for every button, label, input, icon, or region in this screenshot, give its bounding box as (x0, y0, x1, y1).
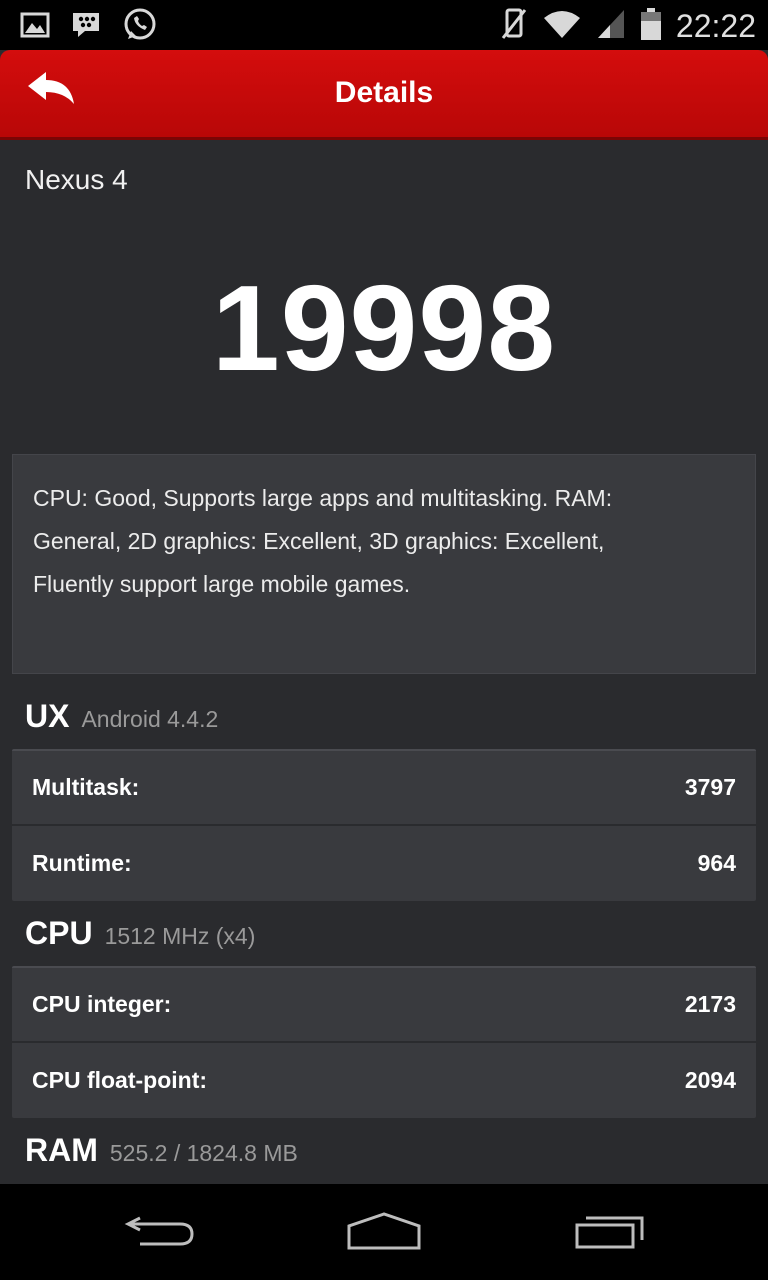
score-row-multitask[interactable]: Multitask: 3797 (12, 751, 756, 826)
row-label: CPU integer: (32, 991, 172, 1017)
score-row-cpu-integer[interactable]: CPU integer: 2173 (12, 968, 756, 1043)
wifi-icon (542, 8, 582, 45)
section-title: UX (25, 698, 70, 734)
section-cpu-header: CPU 1512 MHz (x4) (25, 915, 255, 952)
battery-icon (640, 7, 662, 46)
ux-card: Multitask: 3797 Runtime: 964 (12, 749, 756, 901)
bbm-icon (70, 9, 102, 46)
row-value: 964 (697, 850, 736, 876)
row-label: CPU float-point: (32, 1067, 208, 1093)
row-value: 2173 (684, 991, 736, 1017)
row-value: 3797 (684, 774, 736, 800)
summary-panel: CPU: Good, Supports large apps and multi… (12, 454, 756, 674)
mute-icon (500, 7, 528, 46)
status-bar: 22:22 (0, 0, 768, 50)
image-icon (20, 11, 50, 44)
device-name: Nexus 4 (25, 164, 128, 195)
nav-back-button[interactable] (122, 1210, 202, 1256)
section-subtitle: Android 4.4.2 (81, 706, 219, 732)
total-score: 19998 (211, 260, 557, 396)
back-nav-icon (124, 1216, 194, 1246)
section-subtitle: 1512 MHz (x4) (104, 923, 256, 949)
home-nav-icon (347, 1212, 421, 1250)
section-ram-header: RAM 525.2 / 1824.8 MB (25, 1132, 298, 1169)
nav-recents-button[interactable] (572, 1210, 652, 1256)
section-title: RAM (25, 1132, 98, 1168)
section-subtitle: 525.2 / 1824.8 MB (109, 1140, 298, 1166)
section-ux-header: UX Android 4.4.2 (25, 698, 218, 735)
cpu-card: CPU integer: 2173 CPU float-point: 2094 (12, 966, 756, 1118)
whatsapp-icon (122, 7, 158, 48)
signal-icon (596, 8, 626, 45)
row-value: 2094 (684, 1067, 736, 1093)
recents-nav-icon (575, 1216, 644, 1249)
navigation-bar (0, 1184, 768, 1280)
row-label: Runtime: (32, 850, 132, 876)
summary-text: CPU: Good, Supports large apps and multi… (33, 485, 613, 597)
row-label: Multitask: (32, 774, 140, 800)
page-title: Details (334, 76, 434, 109)
clock: 22:22 (675, 8, 756, 44)
section-title: CPU (25, 915, 93, 951)
score-row-runtime[interactable]: Runtime: 964 (12, 826, 756, 901)
nav-home-button[interactable] (344, 1210, 424, 1256)
score-row-cpu-float[interactable]: CPU float-point: 2094 (12, 1043, 756, 1118)
action-bar: Details (0, 50, 768, 140)
screen: 22:22 Details Nexus 4 19998 CPU: Good, S… (0, 0, 768, 1280)
